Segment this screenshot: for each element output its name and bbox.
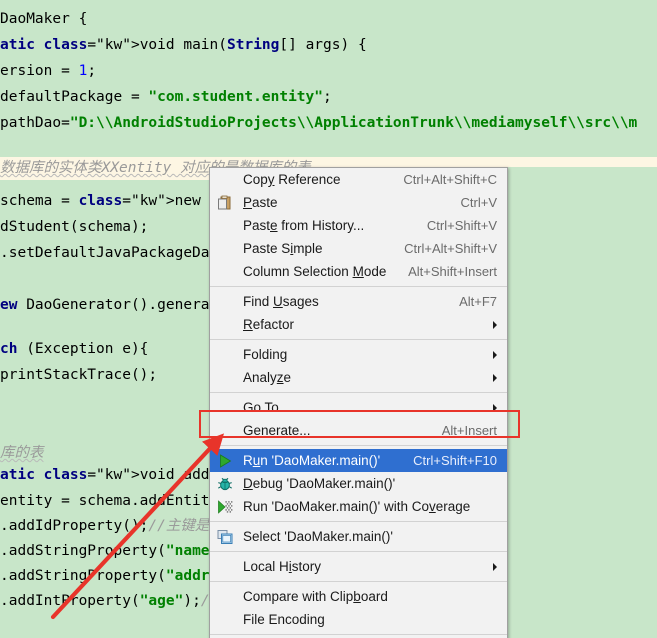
menu-item-label: Analyze: [243, 370, 292, 385]
menu-item-run-daomaker-main-with-coverage[interactable]: Run 'DaoMaker.main()' with Coverage: [210, 495, 507, 518]
submenu-chevron-icon: [493, 320, 497, 329]
menu-item-shortcut: Alt+F7: [459, 294, 497, 309]
code-line: DaoMaker {: [0, 11, 88, 27]
code-line: ersion = 1;: [0, 63, 97, 79]
menu-item-label: Paste from History...: [243, 218, 365, 233]
menu-item-label: Paste Simple: [243, 241, 323, 256]
menu-item-run-daomaker-main[interactable]: Run 'DaoMaker.main()' Ctrl+Shift+F10: [210, 449, 507, 472]
menu-item-shortcut: Ctrl+Shift+F10: [413, 453, 497, 468]
menu-item-label: Refactor: [243, 317, 295, 332]
menu-separator: [210, 392, 507, 393]
submenu-chevron-icon: [493, 350, 497, 359]
code-line: defaultPackage = "com.student.entity";: [0, 89, 332, 105]
menu-item-label: Select 'DaoMaker.main()': [243, 529, 393, 544]
menu-item-label: Debug 'DaoMaker.main()': [243, 476, 396, 491]
menu-item-compare-with-clipboard[interactable]: Compare with Clipboard: [210, 585, 507, 608]
menu-separator: [210, 339, 507, 340]
menu-item-shortcut: Ctrl+Alt+Shift+V: [404, 241, 497, 256]
menu-item-label: Find Usages: [243, 294, 319, 309]
menu-item-label: Compare with Clipboard: [243, 589, 388, 604]
menu-item-label: Column Selection Mode: [243, 264, 387, 279]
menu-item-paste-from-history[interactable]: Paste from History... Ctrl+Shift+V: [210, 214, 507, 237]
debug-bug-icon: [218, 477, 232, 490]
menu-separator: [210, 445, 507, 446]
menu-item-shortcut: Ctrl+Shift+V: [426, 218, 497, 233]
menu-item-label: Run 'DaoMaker.main()': [243, 453, 381, 468]
menu-item-label: Run 'DaoMaker.main()' with Coverage: [243, 499, 471, 514]
code-line: pathDao="D:\\AndroidStudioProjects\\Appl…: [0, 115, 638, 131]
submenu-chevron-icon: [493, 562, 497, 571]
menu-item-label: Copy Reference: [243, 172, 341, 187]
run-icon: [220, 453, 232, 468]
menu-item-refactor[interactable]: Refactor: [210, 313, 507, 336]
menu-item-find-usages[interactable]: Find Usages Alt+F7: [210, 290, 507, 313]
menu-item-copy-reference[interactable]: Copy Reference Ctrl+Alt+Shift+C: [210, 168, 507, 191]
menu-item-shortcut: Alt+Shift+Insert: [408, 264, 497, 279]
menu-item-folding[interactable]: Folding: [210, 343, 507, 366]
menu-item-shortcut: Ctrl+Alt+Shift+C: [403, 172, 497, 187]
run-coverage-icon: [218, 499, 233, 514]
menu-item-analyze[interactable]: Analyze: [210, 366, 507, 389]
menu-separator: [210, 551, 507, 552]
menu-item-shortcut: Ctrl+V: [460, 195, 497, 210]
code-line: atic class="kw">void main(String[] args)…: [0, 37, 367, 53]
menu-item-label: Paste: [243, 195, 278, 210]
menu-item-file-encoding[interactable]: File Encoding: [210, 608, 507, 631]
editor-context-menu[interactable]: Copy Reference Ctrl+Alt+Shift+C Paste Ctrl+…: [209, 167, 508, 638]
menu-item-label: File Encoding: [243, 612, 325, 627]
menu-item-debug-daomaker-main[interactable]: Debug 'DaoMaker.main()': [210, 472, 507, 495]
menu-separator: [210, 286, 507, 287]
menu-item-label: Local History: [243, 559, 322, 574]
menu-item-column-selection-mode[interactable]: Column Selection Mode Alt+Shift+Insert: [210, 260, 507, 283]
annotation-highlight-box: [199, 410, 520, 438]
menu-item-label: Folding: [243, 347, 288, 362]
menu-separator: [210, 521, 507, 522]
submenu-chevron-icon: [493, 373, 497, 382]
menu-item-local-history[interactable]: Local History: [210, 555, 507, 578]
paste-icon: [218, 195, 231, 209]
select-window-icon: [217, 529, 233, 544]
menu-item-paste-simple[interactable]: Paste Simple Ctrl+Alt+Shift+V: [210, 237, 507, 260]
editor-right-fill: [508, 167, 657, 587]
menu-item-select-daomaker-main[interactable]: Select 'DaoMaker.main()': [210, 525, 507, 548]
menu-item-paste[interactable]: Paste Ctrl+V: [210, 191, 507, 214]
menu-separator: [210, 581, 507, 582]
menu-separator: [210, 634, 507, 635]
